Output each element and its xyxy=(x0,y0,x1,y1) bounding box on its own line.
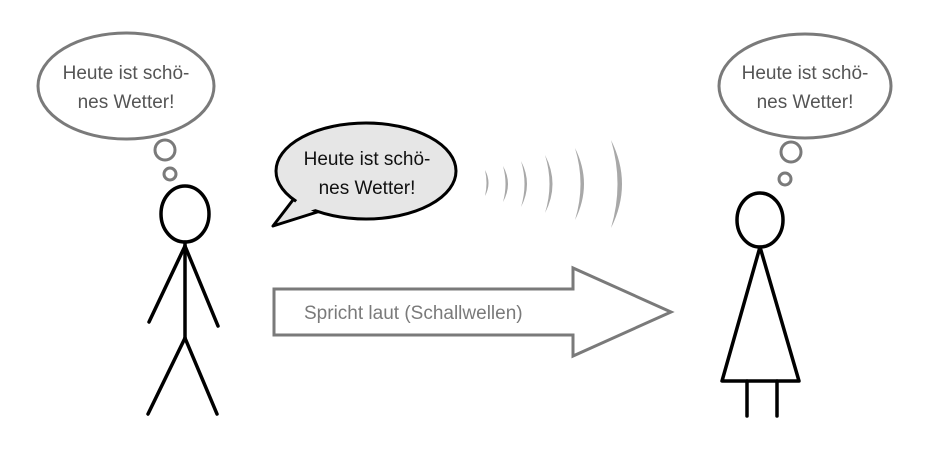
speaker-right-arm xyxy=(183,244,220,328)
speaker-left-leg xyxy=(146,336,187,416)
listener-head xyxy=(735,191,785,249)
speech-line1: Heute ist schö- xyxy=(304,149,431,170)
sound-wave-5 xyxy=(575,148,584,220)
thought-dot-large xyxy=(153,138,177,162)
speaker-left-arm xyxy=(147,244,187,324)
thought-dot-small xyxy=(777,171,793,187)
speech-line2: nes Wetter! xyxy=(319,178,416,199)
sound-waves xyxy=(485,140,622,228)
transmission-arrow: Spricht laut (Schallwellen) xyxy=(272,265,675,359)
speaker-thought-bubble: Heute ist schö- nes Wetter! xyxy=(36,31,216,182)
sound-wave-6 xyxy=(611,140,622,228)
speech-bubble: Heute ist schö- nes Wetter! xyxy=(271,121,458,228)
arrow-label: Spricht laut (Schallwellen) xyxy=(304,303,523,324)
speaker-figure xyxy=(146,184,220,416)
thought-dot-large xyxy=(779,140,803,164)
speaker-thought-line1: Heute ist schö- xyxy=(63,63,190,84)
thought-dot-small xyxy=(162,166,178,182)
communication-diagram: Heute ist schö- nes Wetter! Heute ist sc… xyxy=(36,31,893,418)
sound-wave-3 xyxy=(521,161,527,207)
sound-wave-2 xyxy=(503,166,508,202)
listener-thought-bubble: Heute ist schö- nes Wetter! xyxy=(717,32,893,187)
listener-thought-line1: Heute ist schö- xyxy=(742,63,869,84)
sound-wave-1 xyxy=(485,170,489,196)
speaker-right-leg xyxy=(183,336,219,416)
listener-figure xyxy=(720,191,801,418)
speaker-head xyxy=(159,184,211,244)
speaker-thought-line2: nes Wetter! xyxy=(78,92,175,113)
sound-wave-4 xyxy=(545,155,553,213)
listener-thought-line2: nes Wetter! xyxy=(757,92,854,113)
listener-dress xyxy=(720,245,801,383)
